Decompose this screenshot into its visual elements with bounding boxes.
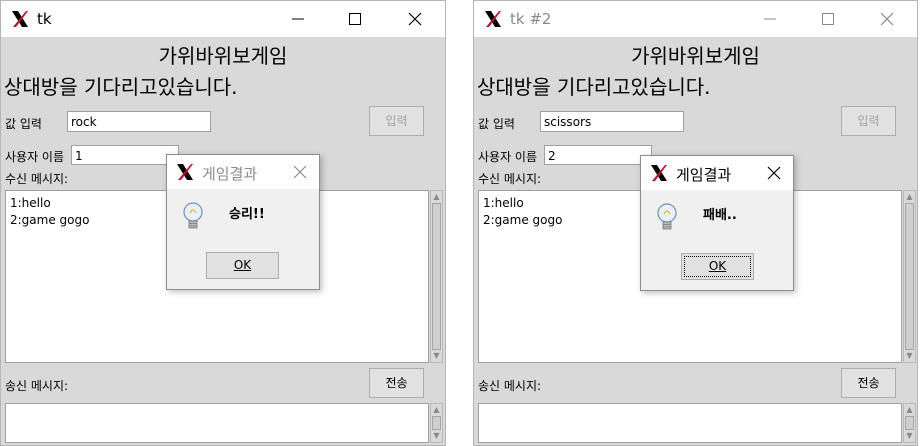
dialog-titlebar[interactable]: 게임결과: [641, 156, 793, 190]
send-button[interactable]: 전송: [369, 368, 424, 398]
game-heading: 가위바위보게임: [158, 44, 288, 68]
close-icon[interactable]: [877, 9, 897, 29]
game-result-dialog-1: 게임결과 승리!! OK: [166, 154, 320, 290]
send-button[interactable]: 전송: [841, 368, 896, 398]
scrollbar-thumb[interactable]: [432, 416, 441, 430]
window-title: tk #2: [510, 10, 552, 28]
dialog-message: 패배..: [703, 208, 737, 223]
username-label: 사용자 이름: [5, 150, 65, 164]
window-titlebar[interactable]: tk #2: [474, 1, 917, 37]
dialog-message: 승리!!: [229, 207, 265, 222]
submit-button[interactable]: 입력: [369, 106, 424, 136]
game-heading: 가위바위보게임: [631, 44, 760, 68]
scroll-up-arrow-icon[interactable]: ▲: [904, 404, 915, 416]
username-label: 사용자 이름: [478, 150, 538, 164]
send-label: 송신 메시지:: [478, 379, 542, 393]
send-message-input[interactable]: [478, 403, 902, 443]
scroll-up-arrow-icon[interactable]: ▲: [431, 191, 442, 203]
tk-feather-x-icon: [485, 11, 501, 27]
send-label: 송신 메시지:: [5, 379, 69, 393]
scroll-up-arrow-icon[interactable]: ▲: [431, 404, 442, 416]
dialog-titlebar[interactable]: 게임결과: [167, 155, 319, 189]
submit-button[interactable]: 입력: [841, 106, 896, 136]
close-icon[interactable]: [765, 164, 783, 182]
game-result-dialog-2: 게임결과 패배.. OK: [640, 155, 794, 291]
maximize-icon[interactable]: [818, 9, 838, 29]
received-label: 수신 메시지:: [5, 172, 69, 186]
window-title: tk: [37, 10, 52, 28]
send-message-input[interactable]: [5, 403, 429, 443]
window-titlebar[interactable]: tk: [1, 1, 445, 37]
scrollbar-thumb[interactable]: [905, 416, 914, 430]
value-input[interactable]: rock: [67, 111, 211, 132]
dialog-title: 게임결과: [676, 166, 732, 184]
tk-feather-x-icon: [12, 11, 28, 27]
scroll-up-arrow-icon[interactable]: ▲: [904, 191, 915, 203]
value-label: 값 입력: [5, 117, 42, 131]
close-icon[interactable]: [405, 9, 425, 29]
scrollbar-thumb[interactable]: [905, 203, 914, 350]
close-icon[interactable]: [291, 163, 309, 181]
scroll-down-arrow-icon[interactable]: ▼: [904, 430, 915, 442]
scroll-down-arrow-icon[interactable]: ▼: [431, 430, 442, 442]
tk-feather-x-icon: [651, 165, 667, 181]
username-input[interactable]: 2: [544, 145, 652, 165]
minimize-icon[interactable]: [760, 9, 780, 29]
status-label: 상대방을 기다리고있습니다.: [4, 75, 238, 99]
minimize-icon[interactable]: [288, 9, 308, 29]
received-scrollbar[interactable]: ▲ ▼: [903, 190, 916, 363]
lightbulb-icon: [657, 203, 677, 230]
scroll-down-arrow-icon[interactable]: ▼: [431, 350, 442, 362]
dialog-title: 게임결과: [202, 165, 258, 183]
received-scrollbar[interactable]: ▲ ▼: [430, 190, 443, 363]
tk-feather-x-icon: [177, 164, 193, 180]
send-scrollbar[interactable]: ▲ ▼: [430, 403, 443, 443]
value-input[interactable]: scissors: [540, 111, 684, 132]
scrollbar-thumb[interactable]: [432, 203, 441, 350]
received-label: 수신 메시지:: [478, 172, 542, 186]
send-scrollbar[interactable]: ▲ ▼: [903, 403, 916, 443]
maximize-icon[interactable]: [345, 9, 365, 29]
scroll-down-arrow-icon[interactable]: ▼: [904, 350, 915, 362]
status-label: 상대방을 기다리고있습니다.: [477, 75, 711, 99]
lightbulb-icon: [183, 202, 203, 229]
value-label: 값 입력: [478, 117, 515, 131]
ok-button[interactable]: OK: [681, 253, 754, 280]
ok-button[interactable]: OK: [206, 252, 279, 279]
username-input[interactable]: 1: [71, 145, 179, 165]
